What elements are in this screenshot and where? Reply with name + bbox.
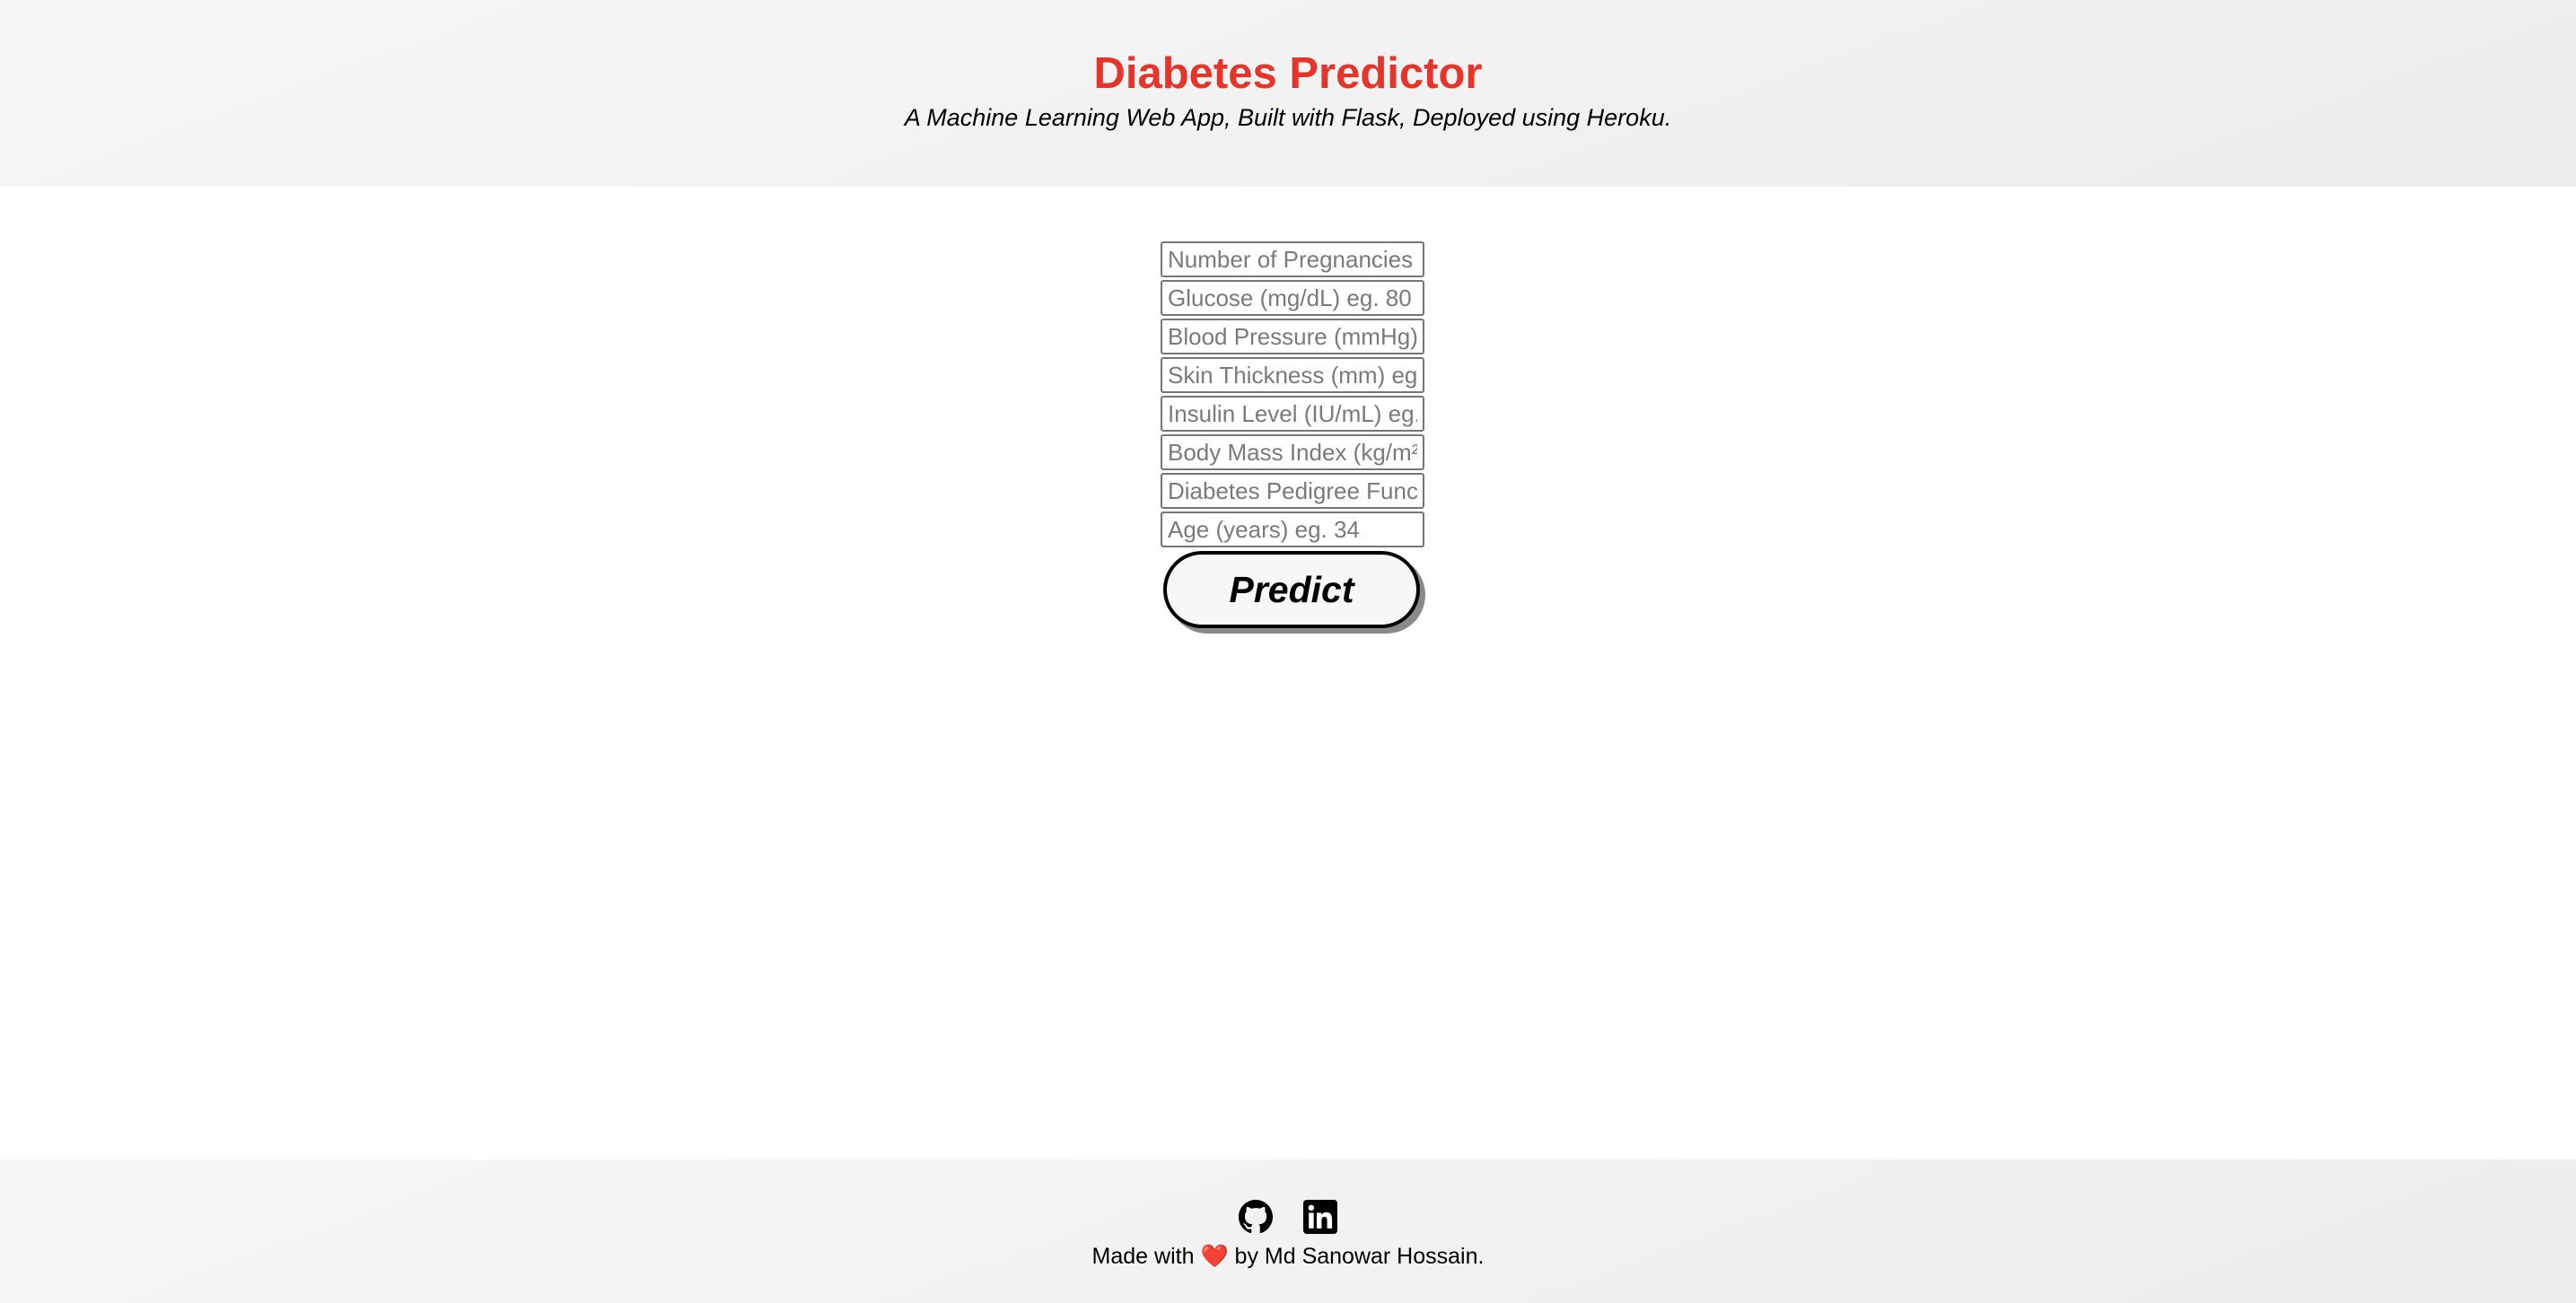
page-title: Diabetes Predictor <box>1093 49 1483 98</box>
github-icon[interactable] <box>1238 1200 1273 1234</box>
footer-credit: Made with ❤️ by Md Sanowar Hossain. <box>0 1242 2576 1271</box>
credit-author: by Md Sanowar Hossain. <box>1234 1244 1485 1269</box>
pregnancies-input[interactable] <box>1161 241 1424 277</box>
credit-prefix: Made with <box>1091 1244 1195 1269</box>
heart-icon: ❤️ <box>1200 1244 1229 1269</box>
age-input[interactable] <box>1161 512 1424 547</box>
diabetes-pedigree-input[interactable] <box>1161 473 1424 509</box>
glucose-input[interactable] <box>1161 280 1424 316</box>
social-links <box>0 1200 2576 1234</box>
page-subtitle: A Machine Learning Web App, Built with F… <box>904 104 1672 131</box>
page-footer: Made with ❤️ by Md Sanowar Hossain. <box>0 1159 2576 1303</box>
skin-thickness-input[interactable] <box>1161 357 1424 393</box>
linkedin-icon[interactable] <box>1303 1200 1338 1234</box>
prediction-form <box>1161 241 1424 550</box>
page-header: Diabetes Predictor A Machine Learning We… <box>0 0 2576 187</box>
predict-button[interactable]: Predict <box>1163 551 1420 628</box>
insulin-input[interactable] <box>1161 396 1424 432</box>
blood-pressure-input[interactable] <box>1161 319 1424 354</box>
bmi-input[interactable] <box>1161 434 1424 470</box>
